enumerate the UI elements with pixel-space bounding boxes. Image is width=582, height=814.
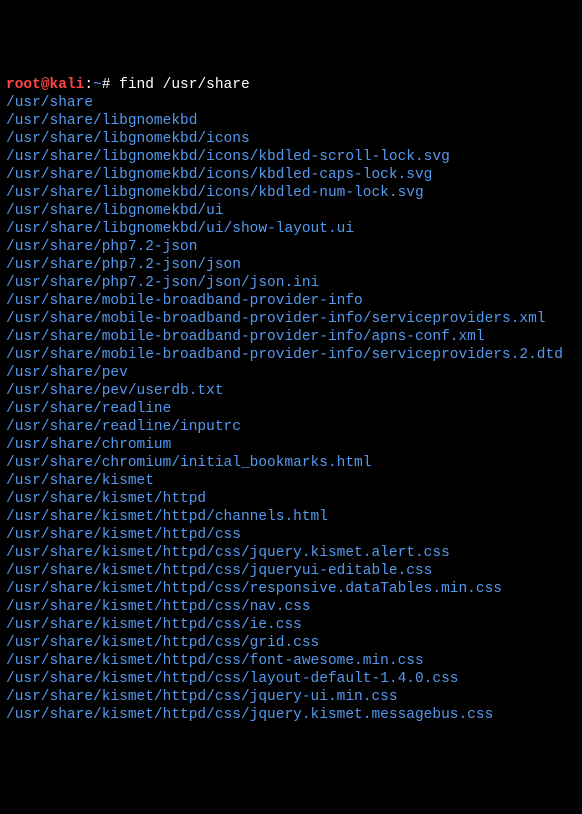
- output-line: /usr/share/chromium: [6, 436, 576, 454]
- output-line: /usr/share/chromium/initial_bookmarks.ht…: [6, 454, 576, 472]
- output-line: /usr/share/mobile-broadband-provider-inf…: [6, 328, 576, 346]
- output-line: /usr/share/mobile-broadband-provider-inf…: [6, 310, 576, 328]
- output-line: /usr/share/kismet/httpd/css/jquery.kisme…: [6, 706, 576, 724]
- output-line: /usr/share/libgnomekbd/ui/show-layout.ui: [6, 220, 576, 238]
- output-line: /usr/share/readline: [6, 400, 576, 418]
- output-line: /usr/share/kismet/httpd/css/layout-defau…: [6, 670, 576, 688]
- output-line: /usr/share/kismet: [6, 472, 576, 490]
- prompt-at: @: [41, 77, 50, 93]
- output-line: /usr/share/libgnomekbd: [6, 112, 576, 130]
- output-line: /usr/share/kismet/httpd/css/jquery-ui.mi…: [6, 688, 576, 706]
- output-line: /usr/share/php7.2-json/json/json.ini: [6, 274, 576, 292]
- output-line: /usr/share/readline/inputrc: [6, 418, 576, 436]
- output-line: /usr/share/kismet/httpd/css: [6, 526, 576, 544]
- terminal[interactable]: root@kali:~# find /usr/share/usr/share/u…: [6, 76, 576, 724]
- output-line: /usr/share/php7.2-json: [6, 238, 576, 256]
- output-line: /usr/share/kismet/httpd: [6, 490, 576, 508]
- output-line: /usr/share/pev/userdb.txt: [6, 382, 576, 400]
- output-line: /usr/share/libgnomekbd/icons: [6, 130, 576, 148]
- output-line: /usr/share/libgnomekbd/icons/kbdled-scro…: [6, 148, 576, 166]
- output-line: /usr/share/libgnomekbd/icons/kbdled-caps…: [6, 166, 576, 184]
- output-line: /usr/share/kismet/httpd/css/jqueryui-edi…: [6, 562, 576, 580]
- command-text: find /usr/share: [119, 77, 250, 93]
- prompt-hash: #: [102, 77, 119, 93]
- output-line: /usr/share/mobile-broadband-provider-inf…: [6, 346, 576, 364]
- prompt-host: kali: [50, 77, 85, 93]
- prompt-line: root@kali:~# find /usr/share: [6, 76, 576, 94]
- output-line: /usr/share/kismet/httpd/css/ie.css: [6, 616, 576, 634]
- output-line: /usr/share/libgnomekbd/ui: [6, 202, 576, 220]
- output-line: /usr/share/kismet/httpd/css/responsive.d…: [6, 580, 576, 598]
- output-line: /usr/share/php7.2-json/json: [6, 256, 576, 274]
- output-line: /usr/share: [6, 94, 576, 112]
- output-line: /usr/share/kismet/httpd/css/nav.css: [6, 598, 576, 616]
- output-line: /usr/share/kismet/httpd/css/font-awesome…: [6, 652, 576, 670]
- output-line: /usr/share/mobile-broadband-provider-inf…: [6, 292, 576, 310]
- output-line: /usr/share/kismet/httpd/css/grid.css: [6, 634, 576, 652]
- output-container: /usr/share/usr/share/libgnomekbd/usr/sha…: [6, 94, 576, 724]
- output-line: /usr/share/kismet/httpd/css/jquery.kisme…: [6, 544, 576, 562]
- output-line: /usr/share/kismet/httpd/channels.html: [6, 508, 576, 526]
- prompt-path: ~: [93, 77, 102, 93]
- output-line: /usr/share/libgnomekbd/icons/kbdled-num-…: [6, 184, 576, 202]
- prompt-colon: :: [84, 77, 93, 93]
- prompt-user: root: [6, 77, 41, 93]
- output-line: /usr/share/pev: [6, 364, 576, 382]
